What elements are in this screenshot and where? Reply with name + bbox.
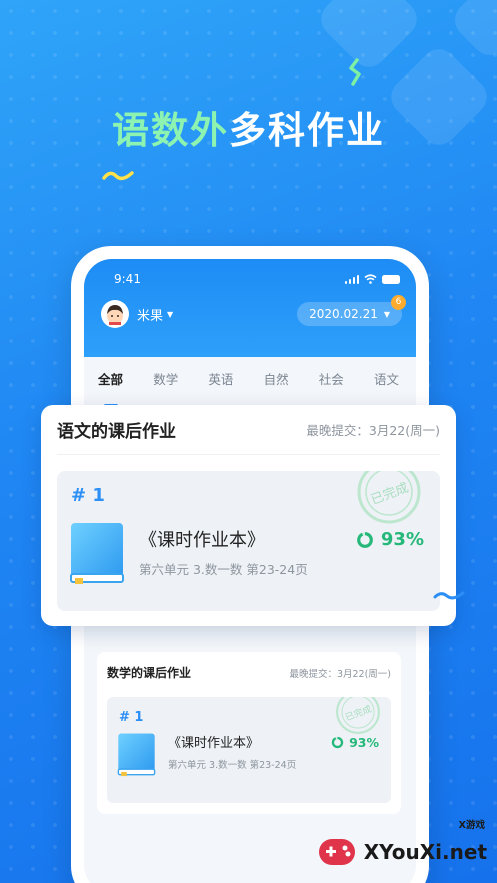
progress-ring-icon: [357, 531, 373, 548]
card-header: 语文的课后作业 最晚提交：3月22(周一): [57, 405, 440, 455]
tab-social[interactable]: 社会: [319, 369, 344, 399]
card-deadline: 最晚提交：3月22(周一): [306, 423, 440, 438]
app-header: 9:41 米果 ▼ 2020.02.21 ▼ 6: [84, 259, 416, 357]
item-detail: 第六单元 3.数一数 第23-24页: [168, 760, 297, 771]
status-time: 9:41: [114, 272, 141, 286]
tab-math[interactable]: 数学: [153, 369, 178, 399]
date-selector[interactable]: 2020.02.21 ▼ 6: [297, 295, 406, 326]
card-title: 语文的课后作业: [57, 422, 176, 442]
tab-all[interactable]: 全部: [98, 369, 123, 399]
card-title: 数学的课后作业: [107, 666, 192, 680]
status-icons: [344, 274, 400, 284]
yellow-squiggle-decor: [102, 171, 134, 181]
stamp-text: 已完成: [344, 703, 374, 724]
item-number: # 1: [119, 710, 144, 725]
homework-card-chinese[interactable]: 语文的课后作业 最晚提交：3月22(周一) # 1 《课时作业本》 第六单元 3…: [41, 405, 456, 626]
site-watermark: XYouXi.net X游戏: [316, 820, 487, 873]
tab-english[interactable]: 英语: [208, 369, 233, 399]
card-header: 数学的课后作业 最晚提交：3月22(周一): [107, 664, 391, 681]
signal-icon: [344, 274, 359, 284]
progress-value: 93%: [349, 735, 379, 750]
item-number: # 1: [71, 485, 105, 506]
gamepad-logo-icon: [318, 839, 355, 865]
homework-item[interactable]: # 1 《课时作业本》 第六单元 3.数一数 第23-24页 93% 已完成: [57, 471, 440, 611]
wifi-icon: [364, 274, 377, 284]
caret-down-icon: ▼: [383, 309, 390, 319]
homework-item[interactable]: # 1 《课时作业本》 第六单元 3.数一数 第23-24页 93% 已完成: [107, 697, 391, 803]
user-name: 米果: [137, 308, 164, 324]
caret-down-icon: ▼: [167, 309, 174, 319]
progress-ring-icon: [331, 736, 344, 749]
boy-avatar-icon: [107, 305, 123, 325]
notification-badge: 6: [391, 295, 406, 310]
promo-headline: 语数外多科作业: [0, 100, 497, 154]
blue-squiggle-decor: [433, 591, 465, 600]
battery-icon: [382, 274, 400, 284]
book-icon: [117, 733, 156, 777]
item-progress: 93%: [331, 735, 379, 750]
homework-card-math[interactable]: 数学的课后作业 最晚提交：3月22(周一) # 1 《课时作业本》 第六单元 3…: [97, 652, 401, 814]
watermark-tag: X游戏: [458, 820, 485, 831]
book-icon: [70, 523, 124, 584]
completed-stamp: 已完成: [336, 697, 380, 734]
stamp-text: 已完成: [369, 481, 411, 508]
headline-accent: 语数外: [112, 109, 229, 152]
item-name: 《课时作业本》: [139, 530, 265, 551]
selected-date: 2020.02.21: [309, 307, 378, 321]
item-detail: 第六单元 3.数一数 第23-24页: [139, 562, 308, 577]
user-switcher[interactable]: 米果 ▼: [101, 300, 173, 328]
subject-tabs: 全部 数学 英语 自然 社会 语文: [84, 357, 416, 399]
tab-chinese[interactable]: 语文: [374, 369, 399, 399]
green-squiggle-decor: [349, 58, 361, 86]
item-progress: 93%: [356, 529, 424, 550]
headline-rest: 多科作业: [229, 109, 385, 152]
item-name: 《课时作业本》: [168, 736, 260, 751]
tab-science[interactable]: 自然: [264, 369, 289, 399]
progress-value: 93%: [380, 529, 424, 550]
card-deadline: 最晚提交：3月22(周一): [289, 668, 391, 680]
watermark-text: XYouXi.net: [363, 840, 487, 864]
avatar: [101, 300, 129, 328]
completed-stamp: 已完成: [357, 471, 421, 524]
